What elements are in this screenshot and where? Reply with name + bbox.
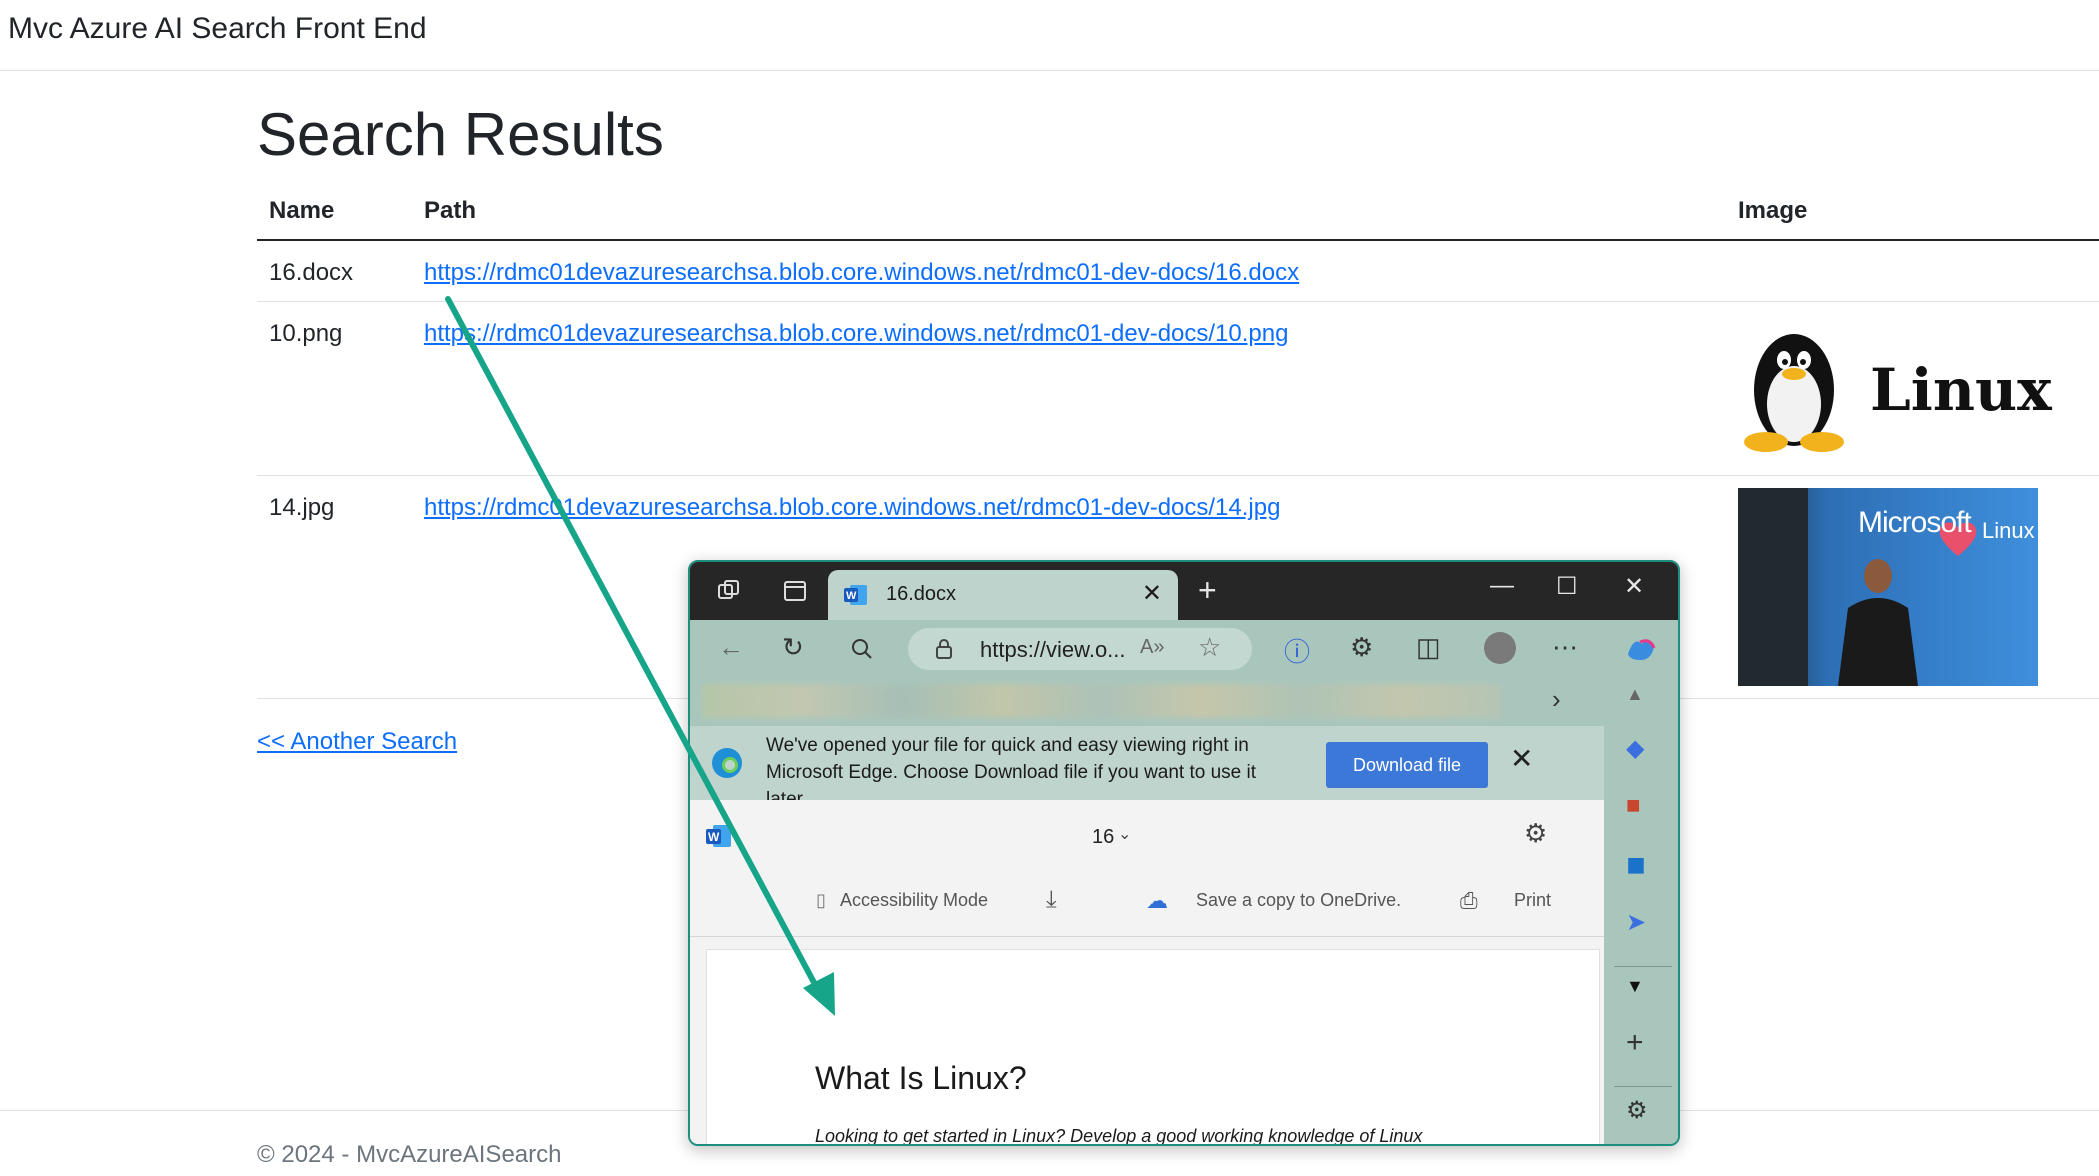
refresh-icon[interactable]: ↻ [782, 632, 804, 663]
workspaces-icon[interactable] [716, 578, 742, 604]
word-icon: W [844, 585, 867, 605]
split-screen-icon[interactable]: ◫ [1416, 632, 1441, 663]
edge-toolbar: ← ↻ https://view.o... A» ☆ ⓘ ⚙ ◫ ⋯ [690, 620, 1678, 676]
table-row-name: 16.docx [269, 259, 354, 286]
new-tab-icon[interactable]: + [1198, 572, 1217, 609]
sidebar-divider [1614, 1086, 1672, 1087]
browser-tab[interactable]: W 16.docx ✕ [828, 570, 1178, 620]
table-header-divider [257, 239, 2099, 241]
settings-gear-icon[interactable]: ⚙ [1524, 818, 1547, 849]
row-divider [257, 301, 2099, 302]
edge-infobar: We've opened your file for quick and eas… [690, 726, 1604, 810]
sidebar-settings-icon[interactable]: ⚙ [1626, 1096, 1648, 1125]
page-title: Search Results [257, 101, 664, 168]
chevron-right-icon[interactable]: › [1552, 684, 1561, 715]
scroll-up-icon[interactable]: ▲ [1626, 684, 1644, 705]
word-viewer-toolbar: W 16 ⌄ ⚙ ▯ Accessibility Mode ⤓ ☁ Save a… [690, 800, 1604, 937]
table-row-path-link[interactable]: https://rdmc01devazuresearchsa.blob.core… [424, 494, 1280, 522]
close-infobar-icon[interactable]: ✕ [1510, 742, 1533, 775]
password-manager-icon[interactable]: ⓘ [1284, 632, 1310, 669]
sidebar-divider [1614, 966, 1672, 967]
blurred-favorites [702, 684, 1502, 718]
address-bar[interactable]: https://view.o... A» ☆ [908, 628, 1252, 670]
lock-icon [936, 639, 952, 659]
favorite-star-icon[interactable]: ☆ [1198, 632, 1221, 663]
edge-browser-window: W 16.docx ✕ + — ☐ ✕ ← ↻ https://view.o..… [688, 560, 1680, 1146]
download-file-button[interactable]: Download file [1326, 742, 1488, 788]
edge-sidebar: ▲ ◆ ■ ◼ ➤ ▼ + ⚙ [1604, 676, 1678, 1144]
print-button[interactable]: Print [1514, 890, 1551, 911]
extensions-icon[interactable]: ⚙ [1350, 632, 1373, 663]
column-header-image: Image [1738, 197, 1808, 224]
linux-logo-image: Linux [1740, 318, 2052, 458]
tools-briefcase-icon[interactable]: ■ [1626, 792, 1641, 820]
page-number[interactable]: 16 [1092, 826, 1114, 849]
favorites-bar: › [690, 676, 1604, 726]
document-subtitle: Looking to get started in Linux? Develop… [815, 1126, 1423, 1146]
word-app-icon: W [706, 825, 731, 847]
svg-text:W: W [708, 830, 720, 844]
minimize-icon[interactable]: — [1490, 572, 1514, 600]
linux-logo-text: Linux [1870, 356, 2052, 424]
download-icon[interactable]: ⤓ [1046, 886, 1057, 914]
row-divider [257, 475, 2099, 476]
profile-avatar[interactable] [1484, 632, 1516, 664]
maximize-icon[interactable]: ☐ [1556, 572, 1578, 601]
table-row-name: 14.jpg [269, 494, 335, 521]
column-header-path: Path [424, 197, 477, 224]
close-window-icon[interactable]: ✕ [1624, 572, 1644, 601]
navbar: Mvc Azure AI Search Front End [0, 0, 2099, 71]
search-icon[interactable] [850, 637, 874, 661]
footer-copyright: © 2024 - MvcAzureAISearch [257, 1141, 562, 1168]
tab-actions-icon[interactable] [782, 578, 808, 604]
another-search-link[interactable]: << Another Search [257, 728, 457, 756]
banner-text-microsoft: Microsoft [1858, 506, 1972, 539]
document-page: What Is Linux? Looking to get started in… [706, 949, 1600, 1146]
copilot-icon[interactable] [1624, 634, 1658, 664]
onedrive-cloud-icon: ☁ [1146, 888, 1168, 913]
chevron-down-icon[interactable]: ⌄ [1118, 824, 1131, 844]
edge-logo-icon [712, 748, 742, 778]
address-text: https://view.o... [980, 637, 1126, 662]
microsoft-loves-linux-photo: Microsoft Linux [1738, 488, 2038, 686]
table-row-path-link[interactable]: https://rdmc01devazuresearchsa.blob.core… [424, 259, 1299, 287]
table-row-name: 10.png [269, 320, 343, 347]
accessibility-mode-button[interactable]: Accessibility Mode [840, 890, 988, 911]
table-row-path-link[interactable]: https://rdmc01devazuresearchsa.blob.core… [424, 320, 1288, 348]
back-icon[interactable]: ← [718, 632, 744, 663]
outlook-icon[interactable]: ◼ [1626, 850, 1646, 879]
close-tab-icon[interactable]: ✕ [1142, 579, 1162, 608]
document-heading: What Is Linux? [815, 1060, 1027, 1096]
tab-title: 16.docx [886, 583, 957, 605]
document-area: What Is Linux? Looking to get started in… [690, 937, 1604, 1146]
more-icon[interactable]: ⋯ [1552, 632, 1578, 663]
accessibility-icon: ▯ [816, 890, 826, 910]
edge-titlebar: W 16.docx ✕ + — ☐ ✕ [690, 562, 1678, 620]
shopping-tag-icon[interactable]: ◆ [1626, 734, 1644, 763]
brand-link[interactable]: Mvc Azure AI Search Front End [8, 12, 427, 46]
column-header-name: Name [269, 197, 335, 224]
banner-text-linux: Linux [1982, 518, 2035, 543]
save-copy-onedrive-button[interactable]: Save a copy to OneDrive. [1196, 890, 1401, 911]
add-sidebar-app-icon[interactable]: + [1626, 1026, 1644, 1060]
send-icon[interactable]: ➤ [1626, 908, 1646, 937]
print-icon: ⎙ [1460, 888, 1478, 913]
read-aloud-icon[interactable]: A» [1140, 636, 1164, 659]
scroll-down-icon[interactable]: ▼ [1626, 976, 1644, 997]
svg-text:W: W [846, 590, 857, 602]
